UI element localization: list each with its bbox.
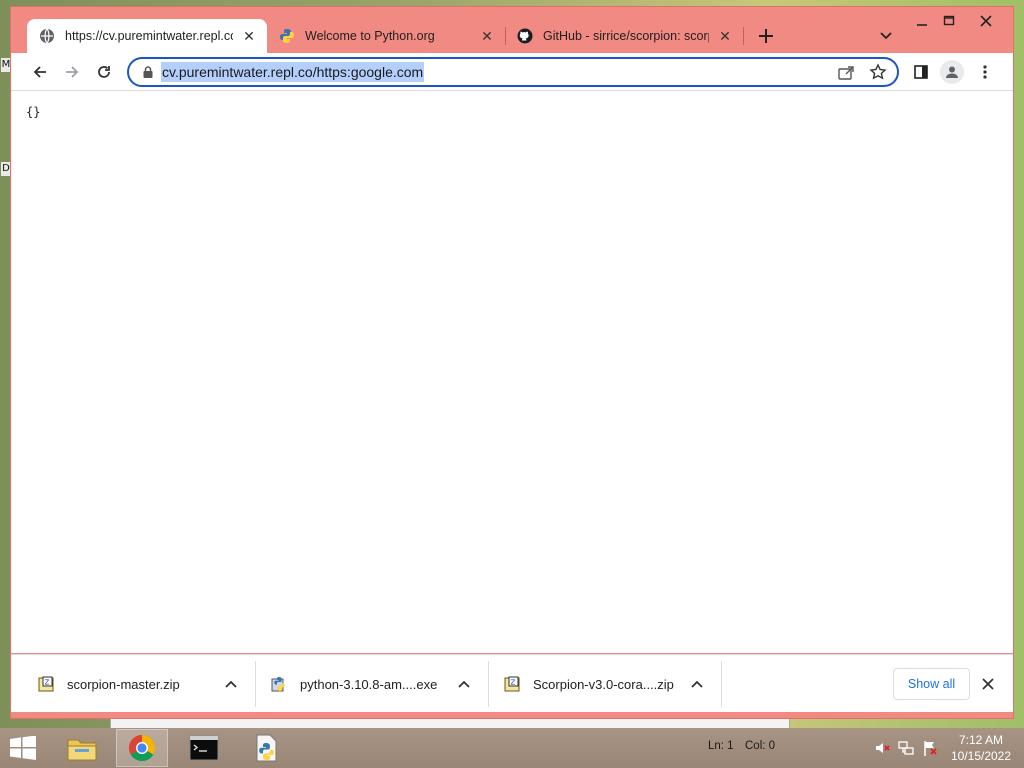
chevron-up-icon[interactable]: [690, 677, 704, 691]
download-item[interactable]: Z scorpion-master.zip: [37, 655, 237, 713]
taskbar-chrome[interactable]: [116, 729, 168, 767]
browser-toolbar: cv.puremintwater.repl.co/https:google.co…: [11, 53, 1013, 91]
folder-icon: [67, 739, 97, 761]
maximize-icon: [943, 15, 955, 26]
zip-archive-icon: Z: [504, 676, 520, 692]
taskbar-clock[interactable]: 7:12 AM 10/15/2022: [944, 732, 1018, 764]
tab-strip: https://cv.puremintwater.repl.co/ ✕ Welc…: [11, 7, 1013, 53]
python-logo-icon: [279, 28, 295, 44]
python-file-icon: [256, 734, 277, 762]
arrow-right-icon: [66, 66, 79, 78]
close-icon[interactable]: [979, 675, 997, 693]
json-response-text: {}: [26, 105, 41, 119]
star-icon[interactable]: [869, 63, 887, 81]
lock-icon[interactable]: [141, 65, 155, 79]
tab-title: GitHub - sirrice/scorpion: scorpio: [543, 29, 709, 43]
kebab-menu-icon: [983, 65, 987, 79]
action-center-flag-icon[interactable]: [922, 740, 938, 756]
taskbar-command-prompt[interactable]: [178, 729, 230, 767]
github-icon: [517, 28, 533, 44]
network-icon[interactable]: [898, 740, 914, 756]
plus-icon: [759, 29, 773, 43]
minimize-icon: [917, 24, 927, 26]
speaker-muted-icon[interactable]: [874, 740, 890, 756]
profile-button[interactable]: [940, 60, 964, 84]
editor-col-status: Col: 0: [745, 740, 776, 752]
browser-window: https://cv.puremintwater.repl.co/ ✕ Welc…: [10, 6, 1014, 719]
tab-github[interactable]: GitHub - sirrice/scorpion: scorpio ✕: [505, 19, 743, 53]
zip-archive-icon: Z: [38, 676, 54, 692]
terminal-icon: [189, 735, 219, 761]
url-text[interactable]: cv.puremintwater.repl.co/https:google.co…: [161, 62, 425, 82]
minimize-button[interactable]: [909, 11, 935, 31]
close-icon[interactable]: ✕: [717, 28, 733, 44]
new-tab-button[interactable]: [755, 25, 777, 47]
windows-start-icon[interactable]: [8, 736, 38, 760]
reload-icon: [98, 66, 110, 78]
clock-time: 7:12 AM: [958, 733, 1004, 747]
tab-python[interactable]: Welcome to Python.org ✕: [267, 19, 505, 53]
tab-repl[interactable]: https://cv.puremintwater.repl.co/ ✕: [27, 19, 267, 53]
close-icon[interactable]: ✕: [479, 28, 495, 44]
address-bar[interactable]: cv.puremintwater.repl.co/https:google.co…: [127, 57, 899, 87]
close-window-button[interactable]: [973, 11, 999, 31]
share-icon[interactable]: [837, 63, 855, 81]
downloads-shelf: Z scorpion-master.zip python-3.10.8-am..…: [11, 654, 1013, 712]
page-content: {}: [11, 91, 1013, 653]
download-separator: [721, 661, 722, 707]
close-icon: [980, 15, 992, 27]
side-panel-icon: [914, 65, 928, 79]
show-all-downloads-button[interactable]: Show all: [893, 668, 970, 700]
download-filename: scorpion-master.zip: [67, 676, 180, 692]
globe-icon: [39, 28, 55, 44]
chevron-up-icon[interactable]: [224, 677, 238, 691]
taskbar: Ln: 1 Col: 0 7:12 AM 10/15/2022: [0, 728, 1024, 768]
tab-title: Welcome to Python.org: [305, 29, 435, 43]
forward-button[interactable]: [60, 60, 84, 84]
tab-search-button[interactable]: [877, 27, 895, 45]
editor-line-status: Ln: 1: [708, 740, 734, 752]
download-item[interactable]: Z Scorpion-v3.0-cora....zip: [503, 655, 703, 713]
svg-text:Z: Z: [511, 679, 516, 687]
download-separator: [488, 661, 489, 707]
chrome-icon: [128, 734, 156, 762]
python-installer-icon: [271, 677, 285, 692]
chevron-up-icon[interactable]: [457, 677, 471, 691]
taskbar-file-explorer[interactable]: [56, 729, 108, 767]
arrow-left-icon: [33, 66, 46, 78]
maximize-button[interactable]: [936, 11, 962, 31]
tab-title: https://cv.puremintwater.repl.co/: [65, 29, 233, 43]
avatar-icon: [946, 66, 958, 78]
taskbar-python-idle[interactable]: [240, 729, 292, 767]
close-icon[interactable]: ✕: [241, 28, 257, 44]
download-separator: [255, 661, 256, 707]
clock-date: 10/15/2022: [950, 749, 1012, 763]
download-filename: Scorpion-v3.0-cora....zip: [533, 676, 674, 692]
background-window-edge: [110, 719, 790, 728]
reload-button[interactable]: [92, 60, 116, 84]
svg-text:Z: Z: [45, 679, 50, 687]
menu-button[interactable]: [973, 60, 997, 84]
side-panel-button[interactable]: [909, 60, 933, 84]
chevron-down-icon: [880, 32, 892, 40]
download-item[interactable]: python-3.10.8-am....exe: [270, 655, 470, 713]
download-filename: python-3.10.8-am....exe: [300, 676, 438, 692]
back-button[interactable]: [28, 60, 52, 84]
tab-separator: [743, 27, 744, 45]
